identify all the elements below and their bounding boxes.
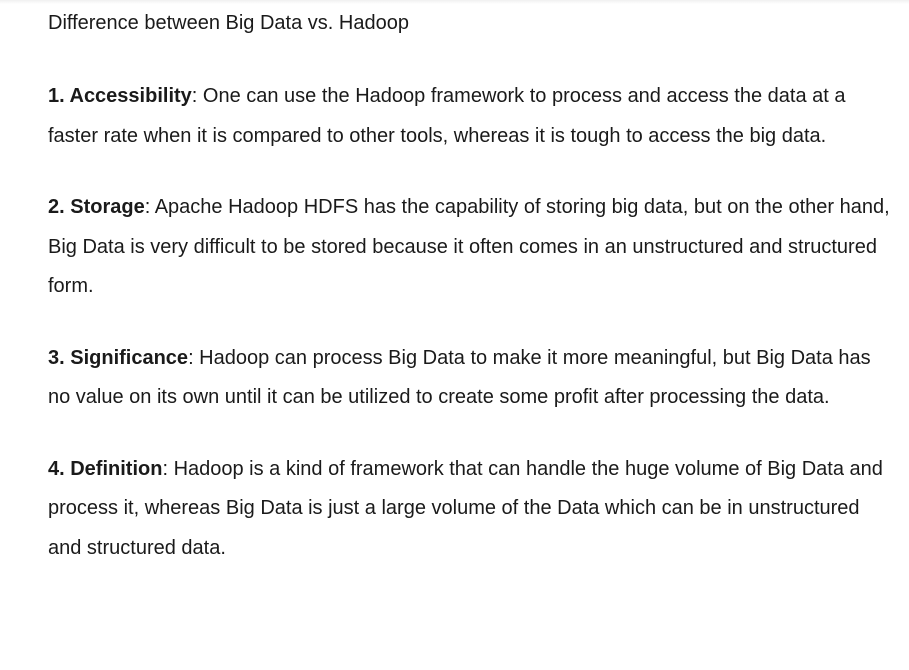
section-term: 3. Significance	[48, 346, 189, 369]
section-storage: 2. Storage: Apache Hadoop HDFS has the c…	[48, 188, 898, 307]
page-title: Difference between Big Data vs. Hadoop	[48, 12, 409, 34]
section-text: : Apache Hadoop HDFS has the capability …	[48, 196, 890, 297]
top-edge-shadow	[0, 0, 909, 4]
section-term: 1. Accessibility	[48, 85, 192, 107]
section-definition: 4. Definition: Hadoop is a kind of frame…	[48, 450, 898, 569]
section-accessibility: 1. Accessibility: One can use the Hadoop…	[48, 77, 898, 156]
section-term: 2. Storage	[48, 196, 145, 218]
section-text: : Hadoop is a kind of framework that can…	[48, 457, 883, 559]
section-term: 4. Definition	[48, 457, 163, 480]
document-body: Difference between Big Data vs. Hadoop 1…	[48, 6, 898, 568]
section-significance: 3. Significance: Hadoop can process Big …	[48, 339, 898, 418]
